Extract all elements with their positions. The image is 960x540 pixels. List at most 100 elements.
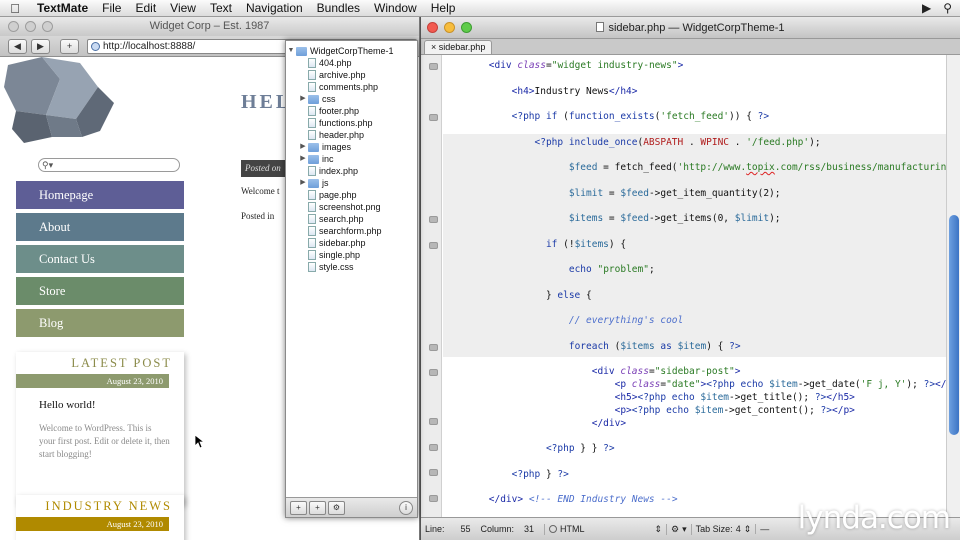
tree-item-css[interactable]: ▶ css [286,93,417,105]
disclosure-collapsed-icon[interactable]: ▶ [298,93,308,105]
tree-item-search-php[interactable]: search.php [286,213,417,225]
tree-item-header-php[interactable]: header.php [286,129,417,141]
php-file-icon [308,238,316,248]
industry-news-date: August 23, 2010 [16,517,169,531]
address-text: http://localhost:8888/ [103,40,196,52]
spotlight-icon[interactable]: ⚲ [943,1,952,15]
disclosure-collapsed-icon[interactable]: ▶ [298,153,308,165]
tree-item-sidebar-php[interactable]: sidebar.php [286,237,417,249]
tree-item-inc[interactable]: ▶ inc [286,153,417,165]
tree-item-images[interactable]: ▶ images [286,141,417,153]
fold-marker-icon[interactable] [429,344,438,351]
code-line: // everything's cool [568,315,684,326]
tree-item-searchform-php[interactable]: searchform.php [286,225,417,237]
fold-marker-icon[interactable] [429,216,438,223]
nav-item-homepage[interactable]: Homepage [16,181,184,209]
disclosure-expanded-icon[interactable]: ▼ [286,45,296,57]
php-file-icon [308,106,316,116]
close-window-button[interactable] [8,21,19,32]
php-file-icon [308,214,316,224]
search-input[interactable]: ⚲▾ [38,158,180,172]
forward-button[interactable]: ▶ [31,38,50,54]
menu-app-textmate[interactable]: TextMate [30,1,95,15]
nav-item-contact-us[interactable]: Contact Us [16,245,184,273]
disclosure-collapsed-icon[interactable]: ▶ [298,141,308,153]
menu-navigation[interactable]: Navigation [239,1,310,15]
nav-item-store[interactable]: Store [16,277,184,305]
fold-marker-icon[interactable] [429,469,438,476]
fold-marker-icon[interactable] [429,369,438,376]
new-file-button[interactable]: + [290,500,307,515]
mouse-pointer-icon [195,435,205,449]
tree-item-js[interactable]: ▶ js [286,177,417,189]
tree-item-index-php[interactable]: index.php [286,165,417,177]
tab-size-selector[interactable]: Tab Size: 4 ⇕ [690,523,751,535]
tree-item-style-css[interactable]: style.css [286,261,417,273]
editor-tab-bar: × sidebar.php [421,39,960,55]
tree-item-footer-php[interactable]: footer.php [286,105,417,117]
post-content-text: Welcome t [241,186,280,196]
tab-sidebar-php[interactable]: × sidebar.php [424,40,493,54]
menu-text[interactable]: Text [203,1,239,15]
latest-post-date: August 23, 2010 [16,374,169,388]
post-title-link[interactable]: Hello world! [16,388,184,411]
menu-window[interactable]: Window [367,1,424,15]
fold-marker-icon[interactable] [429,444,438,451]
close-tab-icon[interactable]: × [431,42,436,52]
close-window-button[interactable] [427,22,438,33]
back-button[interactable]: ◀ [8,38,27,54]
minimize-window-button[interactable] [25,21,36,32]
nav-item-blog[interactable]: Blog [16,309,184,337]
menu-view[interactable]: View [163,1,203,15]
menu-help[interactable]: Help [424,1,463,15]
fold-marker-icon[interactable] [429,495,438,502]
column-label: Column: [480,524,515,534]
tree-item-functions-php[interactable]: functions.php [286,117,417,129]
code-editor[interactable]: <div class="widget industry-news"> <h4>I… [443,55,947,517]
code-line: <?php } } ?> [545,443,615,454]
chevron-down-icon: ▾ [682,523,687,534]
menu-edit[interactable]: Edit [128,1,163,15]
file-tree: ▼ WidgetCorpTheme-1 404.php archive.php c… [286,41,417,273]
editor-titlebar: sidebar.php — WidgetCorpTheme-1 [421,17,960,39]
editor-window-title: sidebar.php — WidgetCorpTheme-1 [608,22,785,34]
tab-size-value: 4 [735,524,741,534]
language-selector[interactable]: HTML ⇕ [544,523,663,535]
disclosure-collapsed-icon[interactable]: ▶ [298,177,308,189]
scrollbar-thumb[interactable] [949,215,959,435]
php-file-icon [308,82,316,92]
code-line: </div> [591,418,627,429]
post-excerpt: Welcome to WordPress. This is your first… [39,423,170,459]
fold-marker-icon[interactable] [429,114,438,121]
nav-item-about[interactable]: About [16,213,184,241]
zoom-window-button[interactable] [42,21,53,32]
code-line: <p><?php echo $item->get_content(); ?></… [614,405,855,416]
php-file-icon [308,226,316,236]
vertical-scrollbar[interactable] [946,55,960,517]
tree-item-archive-php[interactable]: archive.php [286,69,417,81]
menu-bar:  TextMate File Edit View Text Navigatio… [0,0,960,17]
symbol-menu[interactable]: — [755,524,769,534]
php-file-icon [308,58,316,68]
gear-icon[interactable]: ⚙ [328,500,345,515]
tree-item-page-php[interactable]: page.php [286,189,417,201]
tree-item-screenshot-png[interactable]: screenshot.png [286,201,417,213]
chevron-updown-icon: ⇕ [654,523,663,534]
new-folder-button[interactable]: + [309,500,326,515]
add-bookmark-button[interactable]: + [60,38,79,54]
menubar-arrow-icon[interactable]: ▶ [922,1,931,15]
apple-menu-icon[interactable]:  [0,1,30,16]
bundle-menu[interactable]: ⚙ ▾ [666,523,687,535]
tree-item-comments-php[interactable]: comments.php [286,81,417,93]
fold-marker-icon[interactable] [429,242,438,249]
zoom-window-button[interactable] [461,22,472,33]
tree-item-single-php[interactable]: single.php [286,249,417,261]
minimize-window-button[interactable] [444,22,455,33]
fold-marker-icon[interactable] [429,418,438,425]
fold-marker-icon[interactable] [429,63,438,70]
menu-file[interactable]: File [95,1,128,15]
tree-item-widgetcorptheme-1[interactable]: ▼ WidgetCorpTheme-1 [286,45,417,57]
tree-item-404-php[interactable]: 404.php [286,57,417,69]
info-icon[interactable]: i [399,500,413,515]
menu-bundles[interactable]: Bundles [310,1,367,15]
